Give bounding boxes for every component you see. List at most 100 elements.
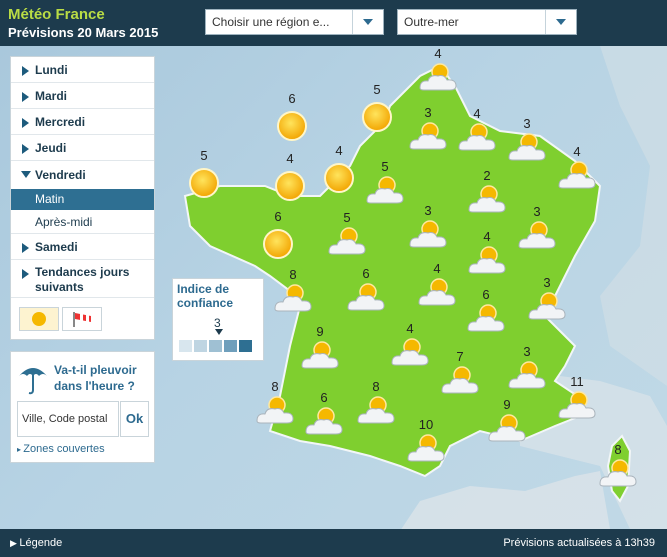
sub-item-matin[interactable]: Matin — [11, 189, 154, 210]
rain-forecast-widget: Va-t-il pleuvoir dans l'heure ? Ville, C… — [10, 351, 155, 463]
partly-cloudy-icon — [298, 340, 342, 375]
day-label: Samedi — [35, 240, 78, 254]
day-item-lundi[interactable]: Lundi — [11, 57, 154, 83]
forecast-date-subtitle: Prévisions 20 Mars 2015 — [8, 25, 159, 40]
partly-cloudy-icon — [455, 122, 499, 157]
day-item-samedi[interactable]: Samedi — [11, 234, 154, 260]
confidence-index-value: 8 — [372, 379, 380, 394]
chevron-down-icon[interactable] — [352, 10, 383, 34]
header-bar: Météo France Prévisions 20 Mars 2015 Cho… — [0, 0, 667, 46]
confidence-value: 3 — [214, 316, 221, 330]
confidence-index-value: 7 — [456, 349, 464, 364]
confidence-index-value: 8 — [289, 267, 297, 282]
confidence-scale-step — [194, 340, 207, 352]
confidence-index-value: 6 — [362, 266, 370, 281]
confidence-index-value: 3 — [543, 275, 551, 290]
confidence-index-value: 4 — [433, 261, 441, 276]
confidence-index-value: 9 — [503, 397, 511, 412]
confidence-index-value: 5 — [381, 159, 389, 174]
partly-cloudy-icon — [344, 282, 388, 317]
zones-label: Zones couvertes — [23, 443, 105, 455]
confidence-scale — [179, 340, 252, 352]
triangle-right-icon — [22, 92, 29, 102]
triangle-right-icon — [22, 144, 29, 154]
partly-cloudy-icon — [596, 458, 640, 493]
sun-icon — [273, 169, 307, 208]
day-item-mardi[interactable]: Mardi — [11, 83, 154, 109]
sun-icon — [322, 161, 356, 200]
brand-title: Météo France — [8, 6, 105, 23]
partly-cloudy-icon — [404, 433, 448, 468]
confidence-index-value: 4 — [483, 229, 491, 244]
partly-cloudy-icon — [464, 303, 508, 338]
confidence-index-value: 4 — [473, 106, 481, 121]
confidence-index-value: 3 — [533, 204, 541, 219]
day-navigation: Lundi Mardi Mercredi Jeudi Vendredi Mati… — [10, 56, 155, 340]
partly-cloudy-icon — [363, 175, 407, 210]
triangle-right-icon: ▶ — [10, 538, 20, 548]
confidence-index-value: 4 — [434, 46, 442, 61]
outremer-select[interactable]: Outre-mer — [397, 9, 577, 35]
update-time: Prévisions actualisées à 13h39 — [503, 537, 655, 549]
chevron-down-icon[interactable] — [545, 10, 576, 34]
confidence-index-value: 5 — [373, 82, 381, 97]
sun-icon — [275, 109, 309, 148]
confidence-scale-step — [179, 340, 192, 352]
partly-cloudy-icon — [253, 395, 297, 430]
confidence-index-value: 10 — [418, 417, 434, 432]
confidence-index-value: 3 — [523, 344, 531, 359]
confidence-index-value: 5 — [200, 148, 208, 163]
confidence-index-value: 9 — [316, 324, 324, 339]
confidence-scale-step — [209, 340, 222, 352]
confidence-scale-step — [239, 340, 252, 352]
partly-cloudy-icon — [406, 219, 450, 254]
partly-cloudy-icon — [505, 132, 549, 167]
city-postal-input[interactable]: Ville, Code postal — [17, 401, 119, 437]
sun-icon — [360, 100, 394, 139]
day-item-vendredi[interactable]: Vendredi — [11, 161, 154, 189]
confidence-index-value: 11 — [570, 374, 584, 389]
confidence-index-value: 8 — [614, 442, 622, 457]
day-item-tendances[interactable]: Tendances jours suivants — [11, 260, 154, 298]
confidence-index-value: 4 — [406, 321, 414, 336]
partly-cloudy-icon — [354, 395, 398, 430]
day-item-mercredi[interactable]: Mercredi — [11, 109, 154, 135]
partly-cloudy-icon — [525, 291, 569, 326]
confidence-index-value: 3 — [424, 105, 432, 120]
partly-cloudy-icon — [406, 121, 450, 156]
triangle-down-icon — [21, 171, 31, 178]
confidence-index-value: 6 — [482, 287, 490, 302]
wind-view-toggle[interactable] — [62, 307, 102, 331]
confidence-index-value: 6 — [288, 91, 296, 106]
partly-cloudy-icon — [388, 337, 432, 372]
sun-view-toggle[interactable] — [19, 307, 59, 331]
confidence-index-value: 2 — [483, 168, 491, 183]
umbrella-icon — [19, 368, 47, 395]
partly-cloudy-icon — [271, 283, 315, 318]
ok-button[interactable]: Ok — [120, 401, 149, 437]
region-select[interactable]: Choisir une région e... — [205, 9, 384, 35]
confidence-index-value: 4 — [335, 143, 343, 158]
outremer-select-value: Outre-mer — [404, 15, 459, 29]
day-label: Mardi — [35, 89, 68, 103]
partly-cloudy-icon — [505, 360, 549, 395]
partly-cloudy-icon — [465, 184, 509, 219]
sub-item-apres-midi[interactable]: Après-midi — [11, 210, 154, 234]
zones-couvertes-link[interactable]: ▸ Zones couvertes — [17, 443, 105, 455]
day-item-jeudi[interactable]: Jeudi — [11, 135, 154, 161]
partly-cloudy-icon — [555, 390, 599, 425]
partly-cloudy-icon — [438, 365, 482, 400]
partly-cloudy-icon — [416, 62, 460, 97]
confidence-index-value: 6 — [274, 209, 282, 224]
legend-link[interactable]: ▶ Légende — [10, 537, 62, 549]
triangle-right-icon — [22, 66, 29, 76]
triangle-right-icon — [22, 118, 29, 128]
partly-cloudy-icon — [415, 277, 459, 312]
region-select-value: Choisir une région e... — [212, 15, 330, 29]
day-label: Jeudi — [35, 141, 67, 155]
day-label: Lundi — [35, 63, 68, 77]
partly-cloudy-icon — [485, 413, 529, 448]
confidence-index-value: 3 — [424, 203, 432, 218]
confidence-index: Indice de confiance 3 — [172, 278, 264, 361]
partly-cloudy-icon — [515, 220, 559, 255]
